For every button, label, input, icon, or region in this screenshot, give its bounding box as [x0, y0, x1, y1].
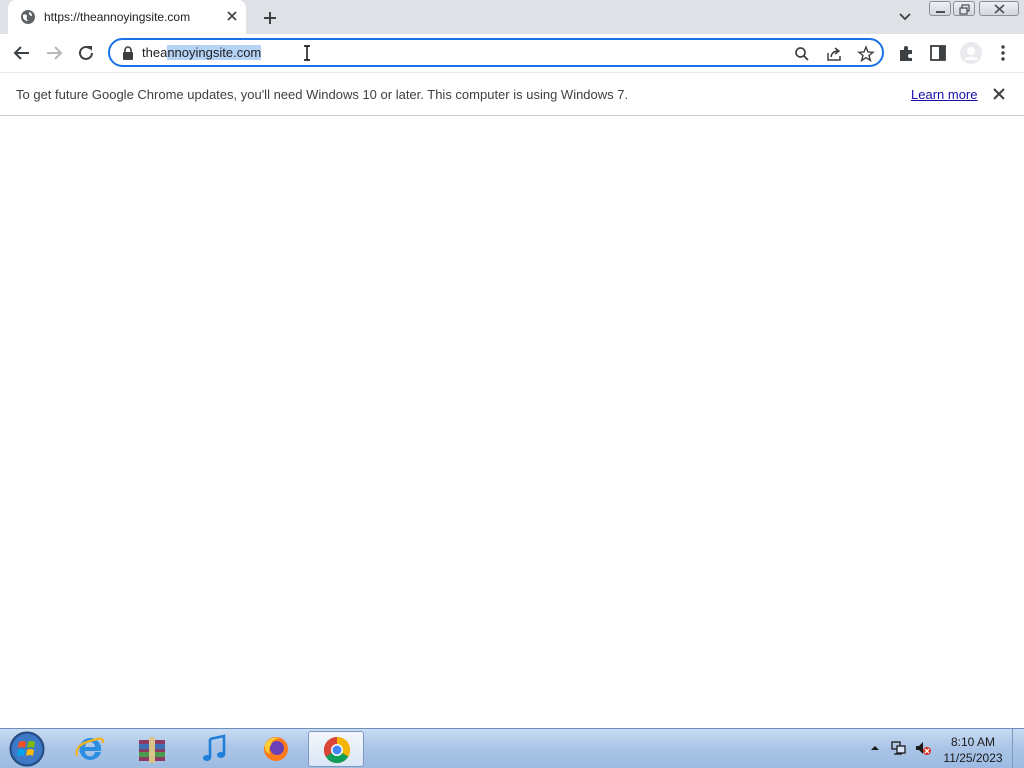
browser-window: https://theannoyingsite.com theannoyings…	[0, 0, 1024, 768]
taskbar-app-internet-explorer[interactable]	[62, 731, 118, 767]
forward-arrow-icon[interactable]	[43, 42, 65, 64]
close-tab-icon[interactable]	[224, 8, 240, 24]
show-desktop-button[interactable]	[1012, 729, 1024, 768]
profile-avatar-icon[interactable]	[959, 41, 983, 65]
search-icon[interactable]	[793, 45, 811, 63]
address-bar[interactable]: theannoyingsite.com	[108, 38, 884, 67]
minimize-icon	[936, 11, 945, 13]
chrome-icon	[323, 736, 351, 764]
restore-icon	[959, 4, 970, 15]
side-panel-icon[interactable]	[928, 43, 948, 63]
firefox-icon	[264, 737, 288, 761]
url-prefix: thea	[142, 45, 168, 60]
minimize-button[interactable]	[929, 1, 951, 16]
taskbar-app-itunes[interactable]	[186, 731, 242, 767]
url-selection: nnoyingsite.com	[167, 45, 262, 60]
reload-icon[interactable]	[75, 42, 97, 64]
back-arrow-icon[interactable]	[11, 42, 33, 64]
page-content	[0, 116, 1024, 728]
close-infobar-icon[interactable]	[992, 87, 1006, 101]
more-menu-icon[interactable]	[993, 43, 1013, 63]
text-cursor-icon	[304, 45, 310, 61]
taskbar: 8:10 AM 11/25/2023	[0, 728, 1024, 768]
taskbar-app-archive[interactable]	[124, 731, 180, 767]
extensions-puzzle-icon[interactable]	[896, 43, 916, 63]
clock-time: 8:10 AM	[950, 735, 996, 749]
archive-icon	[139, 737, 165, 763]
close-icon	[994, 4, 1005, 14]
network-icon[interactable]	[890, 739, 908, 757]
toolbar: theannoyingsite.com	[0, 34, 1024, 72]
taskbar-app-chrome[interactable]	[308, 731, 364, 767]
learn-more-link[interactable]: Learn more	[911, 87, 977, 102]
music-note-icon	[203, 734, 226, 761]
start-button[interactable]	[5, 730, 49, 768]
system-clock[interactable]: 8:10 AM 11/25/2023	[938, 734, 1008, 766]
update-infobar: To get future Google Chrome updates, you…	[0, 72, 1024, 116]
taskbar-app-firefox[interactable]	[248, 731, 304, 767]
tab-strip: https://theannoyingsite.com	[0, 0, 1024, 34]
chevron-down-icon[interactable]	[896, 9, 914, 25]
volume-muted-icon[interactable]	[914, 739, 932, 757]
tab-title: https://theannoyingsite.com	[44, 10, 191, 24]
url-text[interactable]: theannoyingsite.com	[142, 45, 262, 60]
restore-button[interactable]	[953, 1, 975, 16]
lock-icon[interactable]	[122, 46, 134, 60]
globe-icon	[21, 10, 35, 24]
tray-chevron-up-icon[interactable]	[866, 739, 884, 757]
clock-date: 11/25/2023	[943, 751, 1003, 765]
share-icon[interactable]	[825, 45, 843, 63]
new-tab-icon[interactable]	[260, 8, 280, 28]
ie-icon	[75, 737, 105, 760]
window-close-button[interactable]	[979, 1, 1019, 16]
infobar-message: To get future Google Chrome updates, you…	[16, 87, 629, 102]
tab-theannoyingsite[interactable]: https://theannoyingsite.com	[8, 0, 246, 34]
bookmark-star-icon[interactable]	[857, 45, 875, 63]
